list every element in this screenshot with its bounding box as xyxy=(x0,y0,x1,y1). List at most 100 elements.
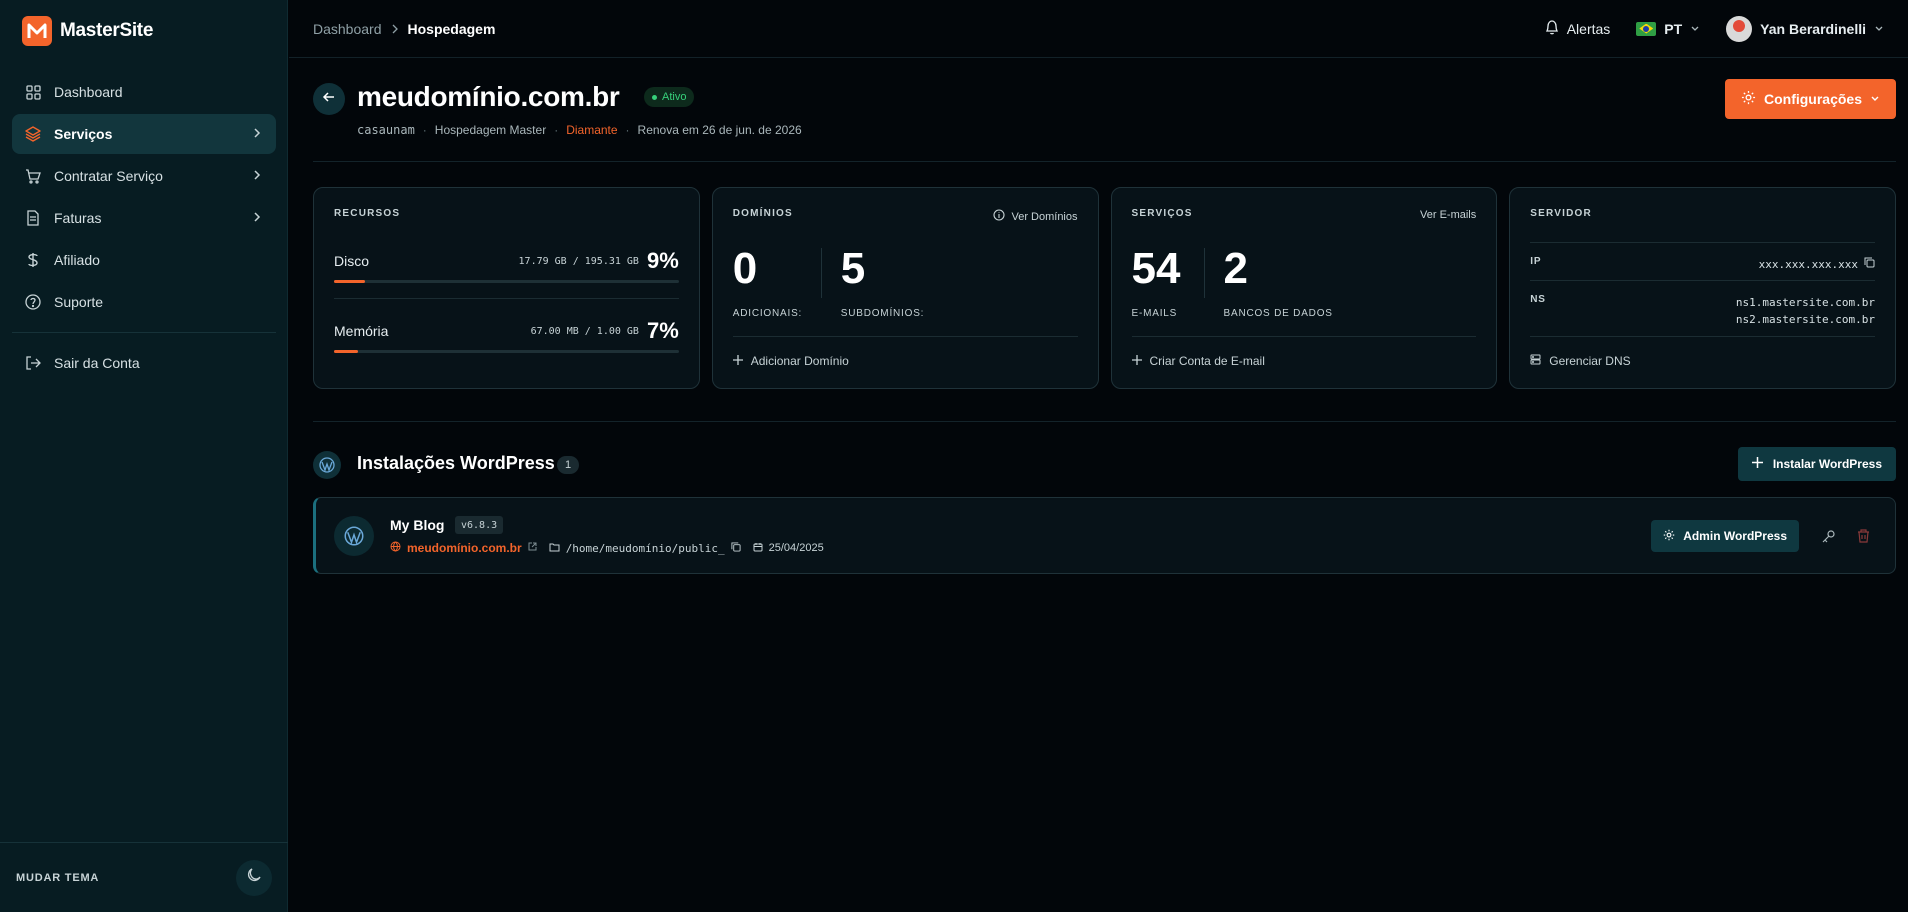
sidebar-nav: Dashboard Serviços Contratar Serviço Fat… xyxy=(12,72,276,385)
gear-icon xyxy=(1663,529,1675,544)
card-server: SERVIDOR IP xxx.xxx.xxx.xxx NS ns1.maste… xyxy=(1509,187,1896,389)
admin-label: Admin WordPress xyxy=(1683,529,1787,543)
arrow-left-icon xyxy=(322,90,336,109)
plus-icon xyxy=(732,354,743,368)
sidebar-item-suporte[interactable]: Suporte xyxy=(12,282,276,322)
configuracoes-button[interactable]: Configurações xyxy=(1724,79,1896,119)
account-user: casaunam xyxy=(357,123,415,137)
ip-value-group: xxx.xxx.xxx.xxx xyxy=(1759,256,1875,273)
sidebar-item-label: Faturas xyxy=(54,210,102,226)
gear-icon xyxy=(1741,90,1756,108)
sidebar-divider xyxy=(12,332,276,333)
back-button[interactable] xyxy=(313,83,345,115)
sidebar-item-label: Dashboard xyxy=(54,84,123,100)
sidebar-item-label: Sair da Conta xyxy=(54,355,140,371)
trash-icon[interactable] xyxy=(1855,528,1871,544)
topbar-actions: Alertas PT Yan Berardinelli xyxy=(1545,15,1884,42)
divider xyxy=(732,336,1078,337)
breadcrumb-dashboard[interactable]: Dashboard xyxy=(313,21,382,37)
sidebar-item-logout[interactable]: Sair da Conta xyxy=(12,343,276,383)
disk-progress-fill xyxy=(334,280,366,283)
ip-value: xxx.xxx.xxx.xxx xyxy=(1758,258,1858,271)
wordpress-icon xyxy=(313,451,341,479)
chevron-down-icon xyxy=(1874,21,1884,37)
plan-name: Hospedagem Master xyxy=(434,123,547,137)
sidebar: MasterSite Dashboard Serviços Contratar … xyxy=(0,0,288,912)
link-label: Ver Domínios xyxy=(1011,210,1078,223)
divider xyxy=(1530,336,1875,337)
memory-progress-fill xyxy=(334,350,359,353)
link-label: Ver E-mails xyxy=(1420,209,1477,221)
action-label: Adicionar Domínio xyxy=(750,354,849,368)
globe-icon xyxy=(390,541,401,555)
theme-label: MUDAR TEMA xyxy=(16,871,100,884)
sidebar-item-label: Serviços xyxy=(54,126,113,142)
help-circle-icon xyxy=(24,293,42,311)
databases-count: 2 xyxy=(1223,244,1248,293)
moon-icon xyxy=(246,867,262,888)
topbar: Dashboard Hospedagem Alertas PT Yan Bera… xyxy=(289,0,1908,58)
admin-wordpress-button[interactable]: Admin WordPress xyxy=(1651,520,1799,552)
copy-icon[interactable] xyxy=(731,541,741,555)
info-icon xyxy=(993,209,1006,224)
sidebar-item-label: Suporte xyxy=(54,294,104,310)
brazil-flag-icon xyxy=(1636,21,1657,36)
chevron-down-icon xyxy=(1870,91,1880,107)
bell-icon xyxy=(1545,19,1559,38)
additional-domains-label: ADICIONAIS: xyxy=(732,308,803,319)
wordpress-installation-row[interactable]: My Blog v6.8.3 meudomínio.com.br /home/m… xyxy=(313,497,1896,574)
logout-icon xyxy=(24,354,42,372)
disk-percent: 9% xyxy=(646,248,679,273)
sidebar-item-afiliado[interactable]: Afiliado xyxy=(12,240,276,280)
status-badge: Ativo xyxy=(644,87,695,107)
avatar xyxy=(1726,15,1753,42)
emails-count: 54 xyxy=(1131,244,1181,293)
alerts-button[interactable]: Alertas xyxy=(1545,19,1610,38)
instalar-wordpress-button[interactable]: Instalar WordPress xyxy=(1737,447,1896,481)
theme-bar: MUDAR TEMA xyxy=(0,842,288,912)
databases-label: BANCOS DE DADOS xyxy=(1223,308,1333,319)
user-menu[interactable]: Yan Berardinelli xyxy=(1726,15,1884,42)
gerenciar-dns-button[interactable]: Gerenciar DNS xyxy=(1530,354,1631,368)
ver-emails-link[interactable]: Ver E-mails xyxy=(1420,209,1476,221)
sidebar-item-dashboard[interactable]: Dashboard xyxy=(12,72,276,112)
wordpress-site-date: 25/04/2025 xyxy=(768,542,824,554)
card-title: RECURSOS xyxy=(334,208,401,219)
brand-logo[interactable]: MasterSite xyxy=(22,16,153,46)
wordpress-site-meta: meudomínio.com.br /home/meudomínio/publi… xyxy=(390,541,824,555)
main-content: meudomínio.com.br Ativo casaunam · Hospe… xyxy=(289,59,1908,912)
breadcrumb-current: Hospedagem xyxy=(407,20,496,37)
card-domains: DOMÍNIOS Ver Domínios 0 5 ADICIONAIS: SU… xyxy=(711,187,1099,389)
plan-tier: Diamante xyxy=(566,123,618,137)
divider xyxy=(334,298,679,299)
ver-dominios-link[interactable]: Ver Domínios xyxy=(993,209,1078,224)
emails-label: E-MAILS xyxy=(1131,308,1178,319)
criar-email-button[interactable]: Criar Conta de E-mail xyxy=(1131,354,1265,368)
wordpress-section-header: Instalações WordPress 1 Instalar WordPre… xyxy=(313,447,1896,487)
memory-row: Memória 67.00 MB / 1.00 GB 7% xyxy=(334,318,679,344)
sidebar-item-servicos[interactable]: Serviços xyxy=(12,114,276,154)
document-icon xyxy=(24,209,42,227)
divider xyxy=(820,248,822,298)
wordpress-site-path: /home/meudomínio/public_ xyxy=(565,541,725,555)
divider xyxy=(1530,280,1875,281)
separator-dot: · xyxy=(422,123,427,137)
ns2-value: ns2.mastersite.com.br xyxy=(1735,313,1875,326)
sidebar-item-faturas[interactable]: Faturas xyxy=(12,198,276,238)
chevron-right-icon xyxy=(250,168,264,185)
sidebar-item-contratar-servico[interactable]: Contratar Serviço xyxy=(12,156,276,196)
language-selector[interactable]: PT xyxy=(1636,21,1700,37)
ns-values: ns1.mastersite.com.br ns2.mastersite.com… xyxy=(1736,294,1875,328)
page-title: meudomínio.com.br xyxy=(357,81,620,112)
wordpress-site-domain-link[interactable]: meudomínio.com.br xyxy=(407,541,522,555)
divider xyxy=(1131,336,1477,337)
copy-icon[interactable] xyxy=(1864,256,1875,273)
key-icon[interactable] xyxy=(1821,528,1837,544)
disk-value: 17.79 GB / 195.31 GB xyxy=(518,255,639,267)
disk-progress xyxy=(334,280,679,283)
adicionar-dominio-button[interactable]: Adicionar Domínio xyxy=(732,354,849,368)
theme-toggle-button[interactable] xyxy=(236,859,272,896)
divider xyxy=(1203,248,1205,298)
chevron-right-icon xyxy=(250,126,264,143)
memory-label: Memória xyxy=(334,323,389,339)
